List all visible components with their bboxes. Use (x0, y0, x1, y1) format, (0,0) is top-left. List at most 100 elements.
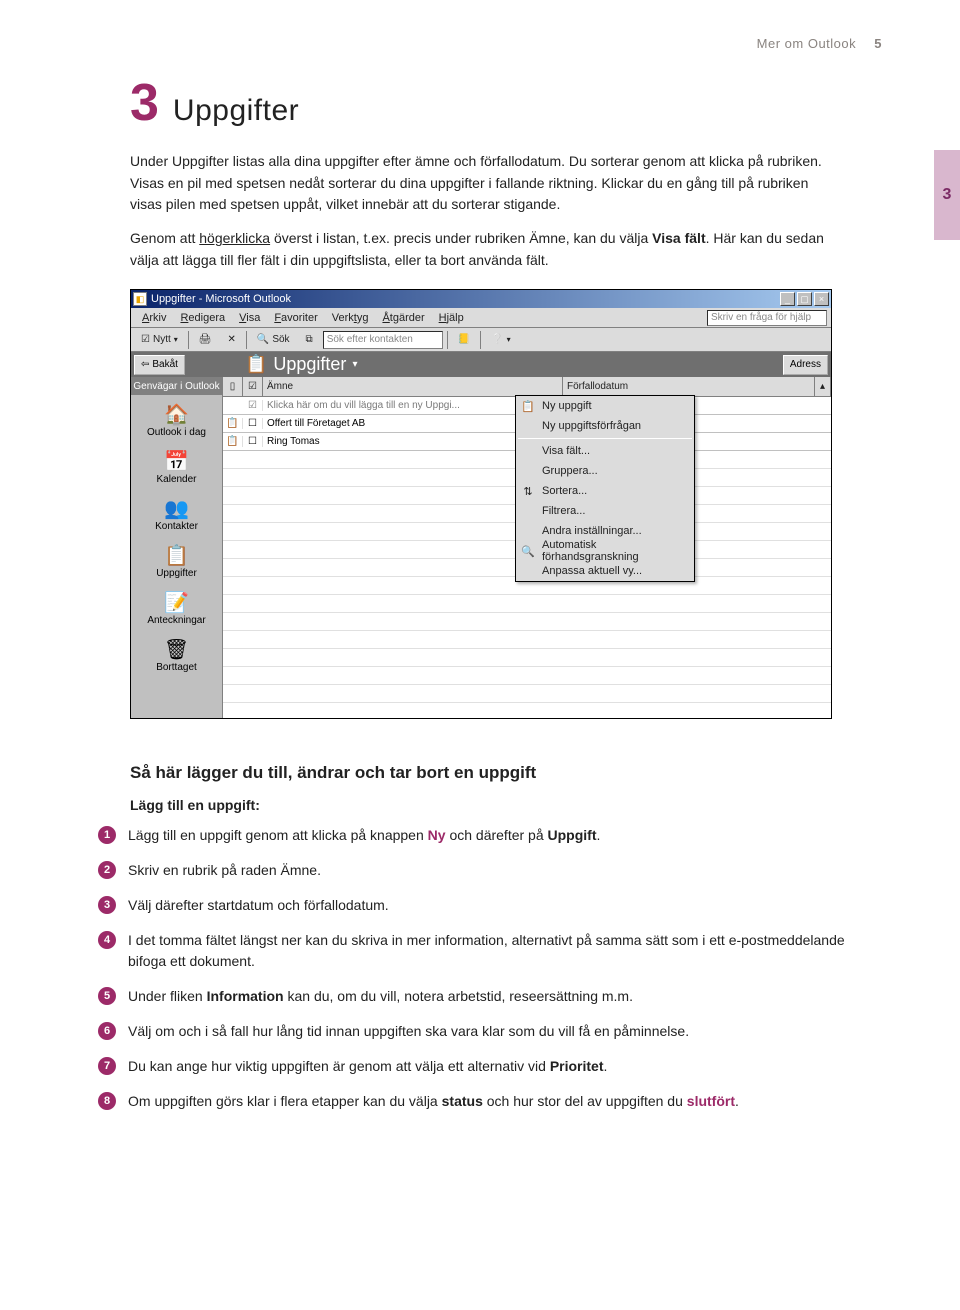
step-text: Du kan ange hur viktig uppgiften är geno… (128, 1056, 607, 1077)
print-button[interactable]: 🖨 (193, 330, 218, 350)
menu-hjalp[interactable]: Hjälp (432, 310, 471, 326)
app-icon: ◧ (133, 292, 147, 306)
shortcut-label: Borttaget (156, 662, 197, 673)
shortcut-icon: 👥 (161, 495, 193, 521)
context-menu-label: Ny uppgiftsförfrågan (542, 420, 641, 432)
context-menu-icon: 🔍 (520, 545, 536, 558)
context-menu-icon: 📋 (520, 400, 536, 413)
step-text: Välj därefter startdatum och förfallodat… (128, 895, 389, 916)
step-text: Lägg till en uppgift genom att klicka på… (128, 825, 600, 846)
chapter-title: 3 Uppgifter (130, 77, 882, 129)
context-menu-label: Andra inställningar... (542, 525, 642, 537)
intro-p2: Genom att högerklicka överst i listan, t… (130, 228, 830, 271)
menu-arkiv[interactable]: Arkiv (135, 310, 173, 326)
shortcut-icon: 📝 (161, 589, 193, 615)
shortcut-item[interactable]: 🗑Borttaget (156, 636, 197, 673)
shortcut-label: Kalender (156, 474, 196, 485)
context-menu-item[interactable]: Ny uppgiftsförfrågan (516, 416, 694, 436)
menu-atgarder[interactable]: Åtgärder (375, 310, 431, 326)
step: 3Välj därefter startdatum och förfalloda… (98, 895, 882, 916)
address-button[interactable]: Adress (783, 355, 828, 375)
menu-redigera[interactable]: Redigera (173, 310, 232, 326)
step: 8 Om uppgiften görs klar i flera etapper … (98, 1091, 882, 1112)
shortcut-label: Kontakter (155, 521, 198, 532)
close-button[interactable]: × (814, 292, 829, 306)
context-menu-item[interactable]: Anpassa aktuell vy... (516, 561, 694, 581)
context-menu-label: Automatisk förhandsgranskning (542, 539, 688, 563)
context-menu-label: Ny uppgift (542, 400, 592, 412)
step-text: Om uppgiften görs klar i flera etapper k… (128, 1091, 739, 1112)
step: 2Skriv en rubrik på raden Ämne. (98, 860, 882, 881)
shortcut-item[interactable]: 🏠Outlook i dag (147, 401, 206, 438)
context-menu-item[interactable]: Filtrera... (516, 501, 694, 521)
header-section: Mer om Outlook (757, 36, 856, 51)
window-titlebar: ◧ Uppgifter - Microsoft Outlook _ ▢ × (131, 290, 831, 308)
shortcut-icon: 📋 (160, 542, 192, 568)
address-book-button[interactable]: 📒 (452, 330, 476, 350)
context-menu-item[interactable]: ⇅ Sortera... (516, 481, 694, 501)
help-button[interactable]: ❔▾ (485, 330, 516, 350)
context-menu-item[interactable]: Visa fält... (516, 441, 694, 461)
context-menu-label: Filtrera... (542, 505, 585, 517)
context-menu-icon: ⇅ (520, 485, 536, 498)
section-subheading: Lägg till en uppgift: (130, 797, 882, 813)
window-title: Uppgifter - Microsoft Outlook (151, 293, 778, 305)
header-page-number: 5 (874, 36, 882, 51)
menu-verktyg[interactable]: Verktyg (325, 310, 376, 326)
step-number: 8 (98, 1092, 116, 1110)
context-menu-item[interactable]: 🔍 Automatisk förhandsgranskning (516, 541, 694, 561)
toolbar: ☑ Nytt ▾ 🖨 ✕ 🔍 Sök ⧉ Sök efter kontakten… (131, 328, 831, 352)
help-search-input[interactable]: Skriv en fråga för hjälp (707, 310, 827, 326)
intro-p1: Under Uppgifter listas alla dina uppgift… (130, 151, 830, 216)
step-text: Under fliken Information kan du, om du v… (128, 986, 633, 1007)
col-complete[interactable]: ☑ (243, 377, 263, 396)
back-button[interactable]: ⇦ Bakåt (134, 355, 185, 375)
organize-button[interactable]: ⧉ (300, 330, 319, 350)
context-menu-item[interactable]: Andra inställningar... (516, 521, 694, 541)
maximize-button[interactable]: ▢ (797, 292, 812, 306)
running-header: Mer om Outlook 5 (130, 36, 882, 51)
find-button[interactable]: 🔍 Sök (251, 330, 296, 350)
context-menu-item[interactable]: 📋 Ny uppgift (516, 396, 694, 416)
context-menu-label: Anpassa aktuell vy... (542, 565, 642, 577)
step: 7 Du kan ange hur viktig uppgiften är gen… (98, 1056, 882, 1077)
shortcuts-header: Genvägar i Outlook (131, 377, 222, 395)
intro-text: Under Uppgifter listas alla dina uppgift… (130, 151, 830, 271)
shortcut-item[interactable]: 📋Uppgifter (156, 542, 197, 579)
menubar: Arkiv Redigera Visa Favoriter Verktyg Åt… (131, 308, 831, 328)
col-due[interactable]: Förfallodatum (563, 377, 815, 396)
contact-search-input[interactable]: Sök efter kontakten (323, 331, 443, 349)
shortcut-item[interactable]: 📝Anteckningar (147, 589, 205, 626)
shortcut-label: Uppgifter (156, 568, 197, 579)
folder-banner: ⇦ Bakåt 📋 Uppgifter ▾ Adress (131, 352, 831, 377)
col-icon[interactable]: ▯ (223, 377, 243, 396)
minimize-button[interactable]: _ (780, 292, 795, 306)
menu-favoriter[interactable]: Favoriter (267, 310, 324, 326)
step-text: Skriv en rubrik på raden Ämne. (128, 860, 321, 881)
column-headers: ▯ ☑ Ämne Förfallodatum ▴ (223, 377, 831, 397)
shortcut-label: Anteckningar (147, 615, 205, 626)
new-button[interactable]: ☑ Nytt ▾ (135, 330, 184, 350)
folder-title: 📋 Uppgifter ▾ (245, 354, 358, 375)
step: 6 Välj om och i så fall hur lång tid inna… (98, 1021, 882, 1042)
context-menu-label: Sortera... (542, 485, 587, 497)
outlook-shortcuts-bar: Genvägar i Outlook 🏠Outlook i dag 📅Kalend… (131, 377, 223, 718)
shortcut-icon: 🗑 (161, 636, 193, 662)
shortcut-item[interactable]: 📅Kalender (156, 448, 196, 485)
shortcut-icon: 🏠 (161, 401, 193, 427)
step-number: 7 (98, 1057, 116, 1075)
section-heading: Så här lägger du till, ändrar och tar bo… (130, 763, 882, 783)
step-number: 1 (98, 826, 116, 844)
col-subject[interactable]: Ämne (263, 377, 563, 396)
scroll-up-icon[interactable]: ▴ (815, 377, 831, 396)
outlook-window: ◧ Uppgifter - Microsoft Outlook _ ▢ × Ar… (130, 289, 832, 719)
step: 5Under fliken Information kan du, om du … (98, 986, 882, 1007)
step-text: I det tomma fältet längst ner kan du skr… (128, 930, 882, 972)
menu-visa[interactable]: Visa (232, 310, 267, 326)
chapter-number: 3 (130, 77, 159, 129)
step-text: Välj om och i så fall hur lång tid innan… (128, 1021, 689, 1042)
delete-button[interactable]: ✕ (221, 330, 241, 350)
context-menu-item[interactable]: Gruppera... (516, 461, 694, 481)
step-number: 6 (98, 1022, 116, 1040)
shortcut-item[interactable]: 👥Kontakter (155, 495, 198, 532)
